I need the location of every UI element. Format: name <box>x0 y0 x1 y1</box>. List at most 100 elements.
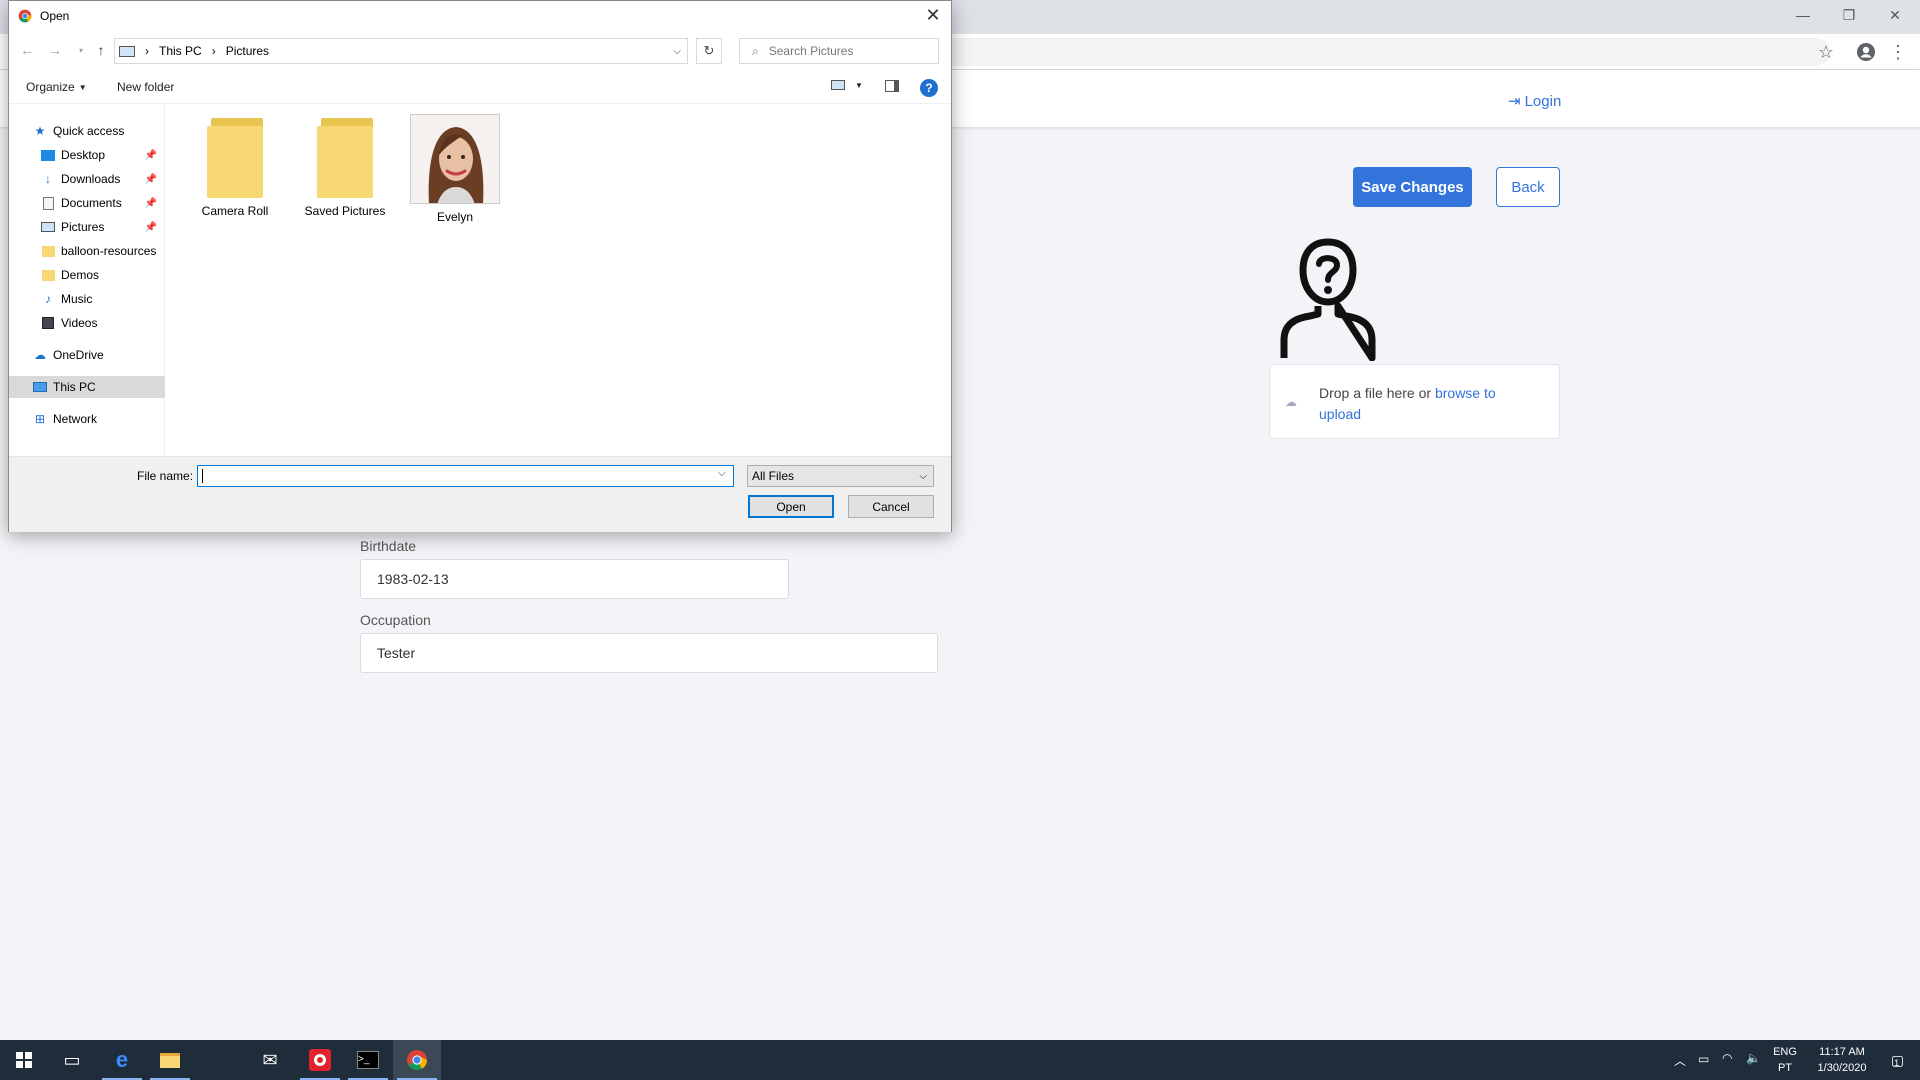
notification-count: 1 <box>1894 1058 1900 1068</box>
breadcrumb-separator: › <box>145 44 149 58</box>
folder-icon <box>317 118 373 198</box>
birthdate-label: Birthdate <box>360 538 417 554</box>
occupation-label: Occupation <box>360 612 431 628</box>
file-item-label: Evelyn <box>436 210 474 224</box>
volume-icon[interactable]: 🔈 <box>1746 1051 1761 1065</box>
nav-item-demos[interactable]: Demos <box>9 264 165 286</box>
nav-item-onedrive[interactable]: ☁ OneDrive <box>9 344 165 366</box>
nav-item-desktop[interactable]: Desktop 📌 <box>9 144 165 166</box>
nav-item-label: Quick access <box>53 124 125 138</box>
change-view-button[interactable]: ▼ <box>831 80 863 90</box>
breadcrumb-pictures[interactable]: Pictures <box>226 44 269 58</box>
nav-item-label: OneDrive <box>53 348 104 362</box>
image-thumbnail <box>410 114 500 204</box>
nav-item-label: Downloads <box>61 172 121 186</box>
preview-pane-button[interactable] <box>885 80 899 92</box>
search-pictures-input[interactable]: ⌕ Search Pictures <box>739 38 939 64</box>
minimize-button[interactable]: — <box>1780 0 1826 30</box>
dialog-address-bar[interactable]: › This PC › Pictures ⌵ <box>114 38 688 64</box>
nav-item-pictures[interactable]: Pictures 📌 <box>9 216 165 238</box>
edge-icon[interactable]: e <box>98 1040 146 1080</box>
network-icon: ⊞ <box>34 412 46 426</box>
login-label: Login <box>1524 92 1562 110</box>
file-type-select[interactable]: All Files ⌵ <box>747 465 934 487</box>
new-folder-button[interactable]: New folder <box>117 80 174 94</box>
show-hidden-icons-icon[interactable]: ︿ <box>1674 1052 1686 1069</box>
address-bar[interactable] <box>930 38 1830 66</box>
nav-item-label: Music <box>61 292 93 306</box>
file-name-history-chevron-icon[interactable]: ⌵ <box>718 468 726 479</box>
back-arrow-icon[interactable]: ← <box>18 41 36 59</box>
notifications-icon[interactable]: ▢ 1 <box>1882 1048 1908 1072</box>
breadcrumb-this-pc[interactable]: This PC <box>159 44 202 58</box>
save-changes-button[interactable]: Save Changes <box>1353 167 1472 207</box>
organize-button[interactable]: Organize ▼ <box>26 80 87 94</box>
nav-item-label: Videos <box>61 316 98 330</box>
cancel-button[interactable]: Cancel <box>848 495 934 518</box>
breadcrumb-separator: › <box>211 44 216 58</box>
nav-item-music[interactable]: ♪ Music <box>9 288 165 310</box>
file-name-input[interactable] <box>197 465 734 487</box>
window-close-button[interactable]: ✕ <box>1872 0 1918 30</box>
pin-icon: 📌 <box>144 221 157 233</box>
folder-icon <box>207 118 263 198</box>
nav-item-this-pc[interactable]: This PC <box>9 376 165 398</box>
organize-label: Organize <box>26 80 75 94</box>
chrome-icon[interactable] <box>393 1040 441 1080</box>
nav-item-label: Pictures <box>61 220 105 234</box>
birthdate-field[interactable]: 1983-02-13 <box>360 559 789 599</box>
nav-item-label: Documents <box>61 196 122 210</box>
battery-icon[interactable]: ▭ <box>1698 1052 1709 1066</box>
windows-start-icon[interactable] <box>0 1040 48 1080</box>
nav-item-balloon-resources[interactable]: balloon-resources <box>9 240 165 262</box>
folder-icon <box>41 269 55 281</box>
restore-button[interactable]: ❐ <box>1826 0 1872 30</box>
close-icon[interactable]: ✕ <box>918 3 948 27</box>
dropzone-prefix: Drop a file here or <box>1319 385 1432 401</box>
clock[interactable]: 11:17 AM 1/30/2020 <box>1806 1044 1878 1076</box>
video-icon <box>41 317 55 329</box>
file-item-camera-roll[interactable]: Camera Roll <box>180 118 290 218</box>
file-item-evelyn[interactable]: Evelyn <box>400 114 510 224</box>
login-link[interactable]: ⇥ Login <box>1508 92 1562 111</box>
star-icon: ★ <box>34 124 46 138</box>
star-icon[interactable]: ☆ <box>1812 38 1840 66</box>
mail-icon[interactable]: ✉ <box>246 1040 294 1080</box>
nav-item-label: Demos <box>61 268 100 282</box>
language-primary: ENG <box>1773 1046 1797 1058</box>
back-button[interactable]: Back <box>1496 167 1560 207</box>
nav-item-downloads[interactable]: ↓ Downloads 📌 <box>9 168 165 190</box>
dialog-title: Open <box>40 9 70 23</box>
unknown-user-avatar-icon <box>1278 236 1378 362</box>
nav-item-network[interactable]: ⊞ Network <box>9 408 165 430</box>
wifi-icon[interactable]: ◠ <box>1722 1051 1732 1065</box>
file-item-label: Saved Pictures <box>304 204 386 218</box>
login-icon: ⇥ <box>1508 93 1521 110</box>
clock-date: 1/30/2020 <box>1817 1062 1867 1074</box>
recent-locations-chevron-icon[interactable]: ▾ <box>72 41 90 59</box>
open-button[interactable]: Open <box>748 495 834 518</box>
address-history-chevron-icon[interactable]: ⌵ <box>673 46 681 57</box>
refresh-icon[interactable]: ↻ <box>696 38 722 64</box>
terminal-icon[interactable]: >_ <box>344 1040 392 1080</box>
record-icon[interactable] <box>296 1040 344 1080</box>
file-item-saved-pictures[interactable]: Saved Pictures <box>290 118 400 218</box>
file-explorer-icon[interactable] <box>146 1040 194 1080</box>
search-icon: ⌕ <box>752 43 759 58</box>
nav-item-label: balloon-resources <box>61 244 157 258</box>
dropzone-text: Drop a file here or browse to upload <box>1319 383 1539 425</box>
birthdate-value: 1983-02-13 <box>377 571 449 587</box>
account-icon[interactable] <box>1852 38 1880 66</box>
nav-item-quick-access[interactable]: ★ Quick access <box>9 120 165 142</box>
up-arrow-icon[interactable]: ↑ <box>92 41 110 59</box>
task-view-icon[interactable]: ▭ <box>48 1040 96 1080</box>
help-icon[interactable]: ? <box>920 79 938 97</box>
more-vert-icon[interactable]: ⋮ <box>1884 38 1912 66</box>
nav-item-videos[interactable]: Videos <box>9 312 165 334</box>
nav-item-documents[interactable]: Documents 📌 <box>9 192 165 214</box>
forward-arrow-icon[interactable]: → <box>46 41 64 59</box>
preview-pane-icon <box>885 80 899 92</box>
occupation-field[interactable]: Tester <box>360 633 938 673</box>
language-indicator[interactable]: ENG PT <box>1770 1044 1800 1076</box>
folder-icon <box>41 245 55 257</box>
